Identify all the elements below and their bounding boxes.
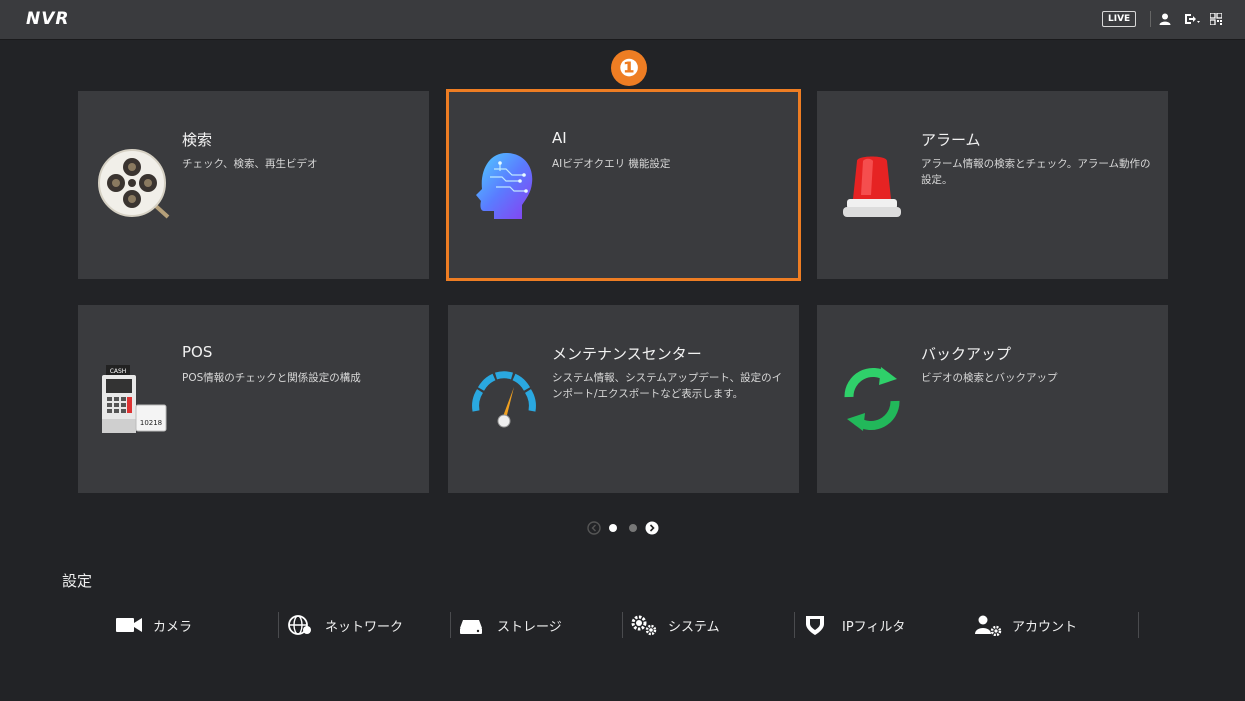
card-maintenance[interactable]: メンテナンスセンター システム情報、システムアップデート、設定のインポート/エク… [448,305,799,493]
page-dot-active[interactable] [609,524,617,532]
card-description: チェック、検索、再生ビデオ [182,158,318,170]
setting-label: システム [668,620,720,635]
card-search[interactable]: 検索 チェック、検索、再生ビデオ [78,91,429,279]
ai-head-icon [476,153,533,219]
step-marker: ❶ [611,50,647,86]
card-pos[interactable]: CASH 10218 POS POS情報のチェックと関係設定の構成 [78,305,429,493]
live-button[interactable]: LIVE [1102,11,1137,27]
setting-camera[interactable]: カメラ [115,608,265,642]
setting-label: ストレージ [497,620,562,635]
qr-code-icon[interactable] [1210,13,1222,25]
divider [450,612,451,638]
shield-icon [806,616,824,635]
card-alarm[interactable]: アラーム アラーム情報の検索とチェック。アラーム動作の設定。 [817,91,1168,279]
card-title: AI [552,129,567,147]
card-description: AIビデオクエリ 機能設定 [552,158,671,170]
divider [278,612,279,638]
divider [794,612,795,638]
card-description: アラーム情報の検索とチェック。アラーム動作の設定。 [921,158,1151,186]
settings-heading: 設定 [62,572,93,590]
film-reel-search-icon [98,149,170,219]
gauge-icon [472,371,536,428]
card-title: バックアップ [921,345,1012,363]
card-title: メンテナンスセンター [552,345,702,363]
svg-text:CASH: CASH [110,368,127,375]
backup-arrows-icon [844,367,900,431]
nvr-logo: NVR [26,9,70,29]
page-dot[interactable] [629,524,637,532]
setting-storage[interactable]: ストレージ [459,608,609,642]
card-title: アラーム [921,131,981,149]
account-gear-icon [975,615,1002,636]
setting-ip-filter[interactable]: IPフィルタ [804,608,954,642]
logout-icon[interactable] [1183,12,1201,26]
chevron-right-icon[interactable] [645,521,659,535]
user-icon[interactable] [1158,12,1172,26]
pos-terminal-icon: CASH 10218 [102,365,167,433]
setting-label: カメラ [153,620,193,635]
top-bar: NVR LIVE [0,0,1245,40]
card-description: ビデオの検索とバックアップ [921,372,1058,384]
card-description: システム情報、システムアップデート、設定のインポート/エクスポートなど表示します… [552,372,783,400]
network-globe-icon [288,615,311,635]
divider [622,612,623,638]
card-description: POS情報のチェックと関係設定の構成 [182,372,361,384]
alarm-light-icon [843,156,901,217]
setting-system[interactable]: システム [630,608,780,642]
setting-label: ネットワーク [325,620,404,635]
setting-label: IPフィルタ [842,620,906,635]
setting-label: アカウント [1012,620,1078,635]
setting-account[interactable]: アカウント [974,608,1124,642]
toolbar-divider [1150,11,1151,27]
storage-icon [460,620,482,634]
page-indicator [587,520,667,536]
setting-network[interactable]: ネットワーク [287,608,437,642]
svg-text:10218: 10218 [140,419,162,427]
card-ai[interactable]: AI AIビデオクエリ 機能設定 [446,89,801,281]
card-backup[interactable]: バックアップ ビデオの検索とバックアップ [817,305,1168,493]
divider [1138,612,1139,638]
chevron-left-icon[interactable] [587,521,601,535]
camera-icon [116,618,142,632]
card-title: 検索 [182,131,213,149]
gears-icon [631,615,657,636]
card-title: POS [182,343,213,361]
